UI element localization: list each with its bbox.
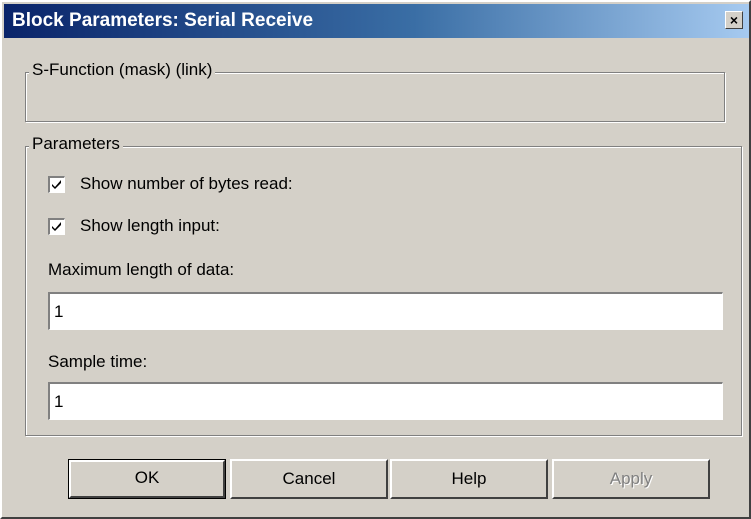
show-bytes-read-checkbox[interactable] bbox=[48, 175, 65, 193]
cancel-button[interactable]: Cancel bbox=[230, 459, 388, 499]
show-length-input-option[interactable]: Show length input: bbox=[48, 214, 220, 238]
max-length-label: Maximum length of data: bbox=[48, 260, 235, 279]
window-title: Block Parameters: Serial Receive bbox=[12, 10, 314, 31]
mask-group-label: S-Function (mask) (link) bbox=[29, 60, 216, 80]
block-parameters-dialog: Block Parameters: Serial Receive × S-Fun… bbox=[0, 0, 751, 519]
close-button[interactable]: × bbox=[725, 11, 743, 29]
close-icon: × bbox=[729, 12, 739, 28]
help-button-label: Help bbox=[451, 469, 487, 488]
checkmark-icon bbox=[52, 179, 61, 189]
parameters-group-label: Parameters bbox=[29, 134, 123, 154]
sample-time-input[interactable] bbox=[48, 382, 723, 420]
cancel-button-label: Cancel bbox=[282, 469, 336, 488]
ok-button-label: OK bbox=[134, 468, 160, 487]
apply-button-label: Apply bbox=[609, 469, 653, 488]
title-bar[interactable]: Block Parameters: Serial Receive × bbox=[4, 4, 749, 38]
show-bytes-read-label: Show number of bytes read: bbox=[80, 174, 293, 193]
show-length-input-checkbox[interactable] bbox=[48, 217, 65, 235]
checkmark-icon bbox=[52, 221, 61, 231]
ok-button[interactable]: OK bbox=[68, 459, 226, 499]
help-button[interactable]: Help bbox=[390, 459, 548, 499]
sample-time-label: Sample time: bbox=[48, 352, 148, 371]
max-length-input[interactable] bbox=[48, 292, 723, 330]
show-length-input-label: Show length input: bbox=[80, 216, 220, 235]
apply-button[interactable]: Apply bbox=[552, 459, 710, 499]
show-bytes-read-option[interactable]: Show number of bytes read: bbox=[48, 172, 293, 196]
